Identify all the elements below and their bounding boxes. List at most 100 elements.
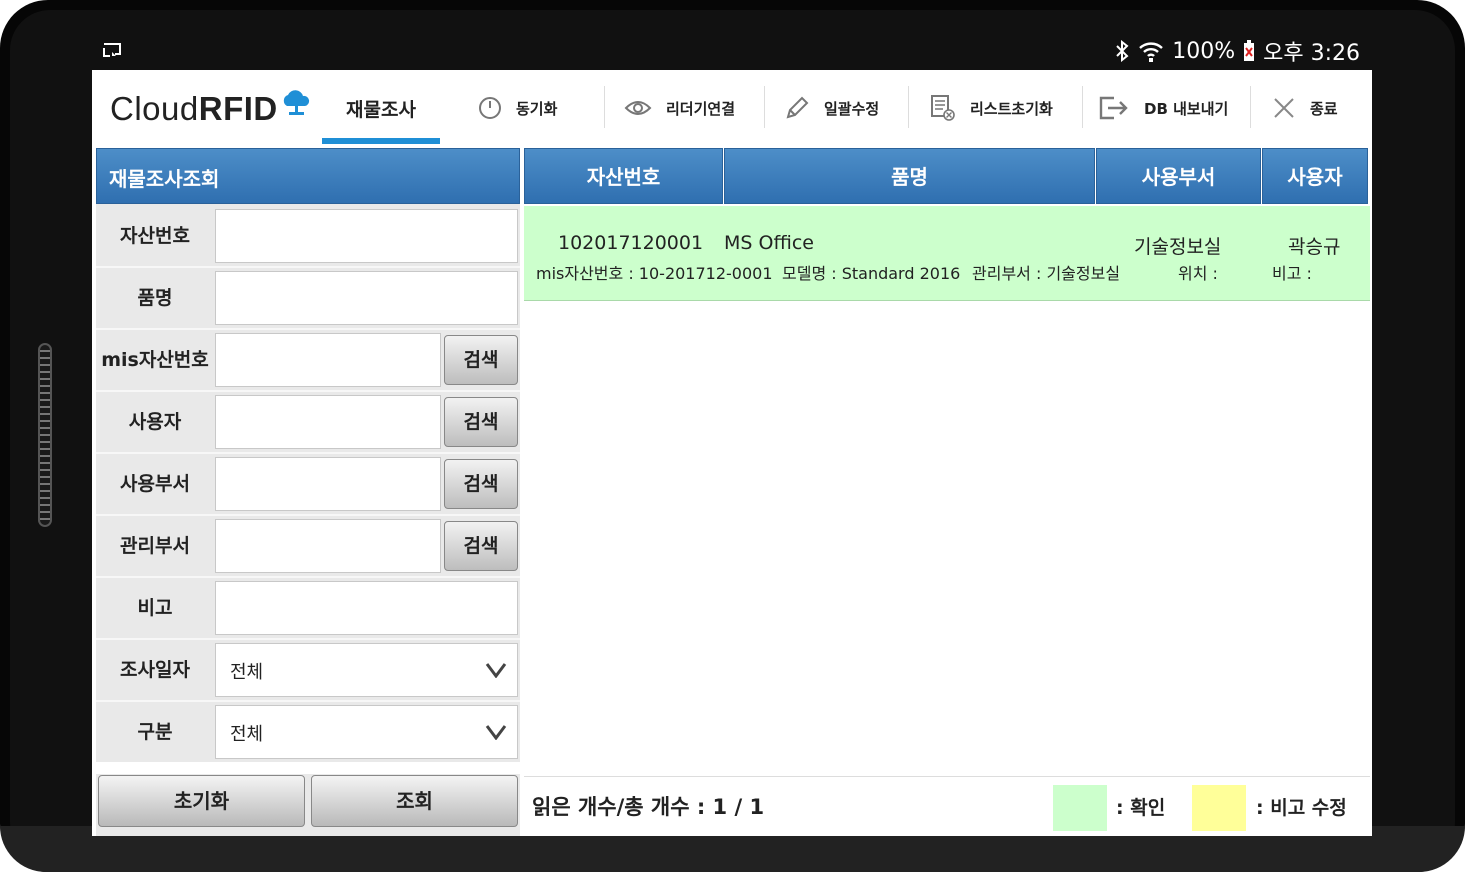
survey-date-row: 조사일자 전체	[96, 640, 520, 700]
exit-menu-item[interactable]: 종료	[1272, 88, 1338, 128]
col-user-dept: 사용부서	[1096, 148, 1261, 204]
item-name-row: 품명	[96, 268, 520, 328]
row-user: 곽승규	[1288, 236, 1341, 258]
chevron-down-icon	[485, 663, 507, 678]
menu-divider	[908, 86, 909, 128]
mis-asset-no-label: mis자산번호	[101, 349, 209, 371]
note-input[interactable]	[215, 581, 518, 635]
db-export-menu-item[interactable]: DB 내보내기	[1098, 88, 1228, 128]
panel-gap	[96, 762, 520, 774]
user-dept-input[interactable]	[215, 457, 441, 511]
confirm-color-swatch	[1053, 785, 1107, 831]
clock-icon	[479, 97, 501, 119]
pencil-icon	[786, 96, 809, 119]
app-bar: CloudRFID 재물조사 동기화 리더기연결 일괄수정 리스트초기화 DB …	[92, 70, 1372, 146]
chevron-down-icon	[485, 725, 507, 740]
battery-icon	[1244, 40, 1255, 61]
result-table: 자산번호 품명 사용부서 사용자 102017120001 MS Office …	[524, 148, 1370, 776]
user-label: 사용자	[128, 411, 182, 433]
note-edit-legend: : 비고 수정	[1256, 797, 1347, 819]
bulk-edit-menu-item[interactable]: 일괄수정	[784, 88, 879, 128]
list-reset-menu-item[interactable]: 리스트초기화	[930, 88, 1053, 128]
row-location: 위치 :	[1178, 264, 1218, 283]
mgmt-dept-label: 관리부서	[120, 535, 190, 557]
user-search-button[interactable]: 검색	[444, 397, 518, 447]
status-bar: 100% 오후 3:26	[92, 32, 1372, 70]
search-panel-title: 재물조사조회	[96, 148, 520, 204]
db-export-label: DB 내보내기	[1144, 99, 1229, 118]
search-panel: 재물조사조회 자산번호 품명 mis자산번호 검색 사용자 검색 사용부서 검색	[96, 148, 520, 836]
wifi-icon	[1139, 42, 1164, 62]
menu-divider	[604, 86, 605, 128]
app-screen: CloudRFID 재물조사 동기화 리더기연결 일괄수정 리스트초기화 DB …	[92, 70, 1372, 836]
row-model: 모델명 : Standard 2016	[782, 264, 961, 283]
mis-asset-no-search-button[interactable]: 검색	[444, 335, 518, 385]
logo-bold-text: RFID	[198, 90, 278, 127]
col-user: 사용자	[1262, 148, 1368, 204]
category-value: 전체	[230, 724, 264, 745]
category-select[interactable]: 전체	[215, 705, 518, 759]
sync-label: 동기화	[516, 99, 558, 118]
sync-menu-item[interactable]: 동기화	[478, 88, 557, 128]
app-logo: CloudRFID	[110, 90, 278, 128]
list-clear-icon	[931, 95, 955, 121]
reset-button[interactable]: 초기화	[98, 775, 305, 827]
logo-light-text: Cloud	[110, 90, 199, 127]
reader-connect-menu-item[interactable]: 리더기연결	[624, 88, 735, 128]
clock: 오후 3:26	[1263, 41, 1360, 66]
user-dept-search-button[interactable]: 검색	[444, 459, 518, 509]
category-row: 구분 전체	[96, 702, 520, 762]
active-tab-indicator	[322, 138, 440, 144]
user-dept-label: 사용부서	[120, 473, 190, 495]
list-reset-label: 리스트초기화	[970, 99, 1053, 118]
mgmt-dept-input[interactable]	[215, 519, 441, 573]
table-row[interactable]: 102017120001 MS Office 기술정보실 곽승규 mis자산번호…	[524, 206, 1370, 301]
user-row: 사용자 검색	[96, 392, 520, 452]
col-asset-no: 자산번호	[524, 148, 723, 204]
asset-no-input[interactable]	[215, 209, 518, 263]
item-name-label: 품명	[137, 287, 173, 309]
mgmt-dept-row: 관리부서 검색	[96, 516, 520, 576]
tab-label: 재물조사	[346, 99, 416, 121]
menu-divider	[764, 86, 765, 128]
row-item-name: MS Office	[724, 232, 814, 254]
survey-date-value: 전체	[230, 662, 264, 683]
mis-asset-no-row: mis자산번호 검색	[96, 330, 520, 390]
query-button[interactable]: 조회	[311, 775, 518, 827]
read-count: 읽은 개수/총 개수 : 1 / 1	[532, 795, 765, 819]
row-user-dept: 기술정보실	[1134, 236, 1222, 258]
menu-divider	[1082, 86, 1083, 128]
screen-cast-icon	[103, 43, 121, 57]
bluetooth-icon	[1116, 40, 1129, 62]
tab-inventory-survey[interactable]: 재물조사	[322, 70, 440, 144]
item-name-input[interactable]	[215, 271, 518, 325]
confirm-legend: : 확인	[1116, 797, 1166, 819]
exit-label: 종료	[1310, 99, 1338, 118]
row-mis-asset-no: mis자산번호 : 10-201712-0001	[536, 264, 773, 283]
user-input[interactable]	[215, 395, 441, 449]
menu-divider	[1250, 86, 1251, 128]
row-mgmt-dept: 관리부서 : 기술정보실	[972, 264, 1121, 283]
eye-icon	[624, 101, 652, 115]
battery-percent: 100%	[1172, 38, 1236, 64]
status-footer: 읽은 개수/총 개수 : 1 / 1 : 확인 : 비고 수정	[524, 776, 1370, 836]
export-icon	[1099, 96, 1128, 120]
close-icon	[1274, 98, 1294, 118]
note-edit-color-swatch	[1192, 785, 1246, 831]
bulk-edit-label: 일괄수정	[824, 99, 880, 118]
device-side-button	[38, 343, 52, 527]
note-label: 비고	[137, 597, 173, 619]
mgmt-dept-search-button[interactable]: 검색	[444, 521, 518, 571]
user-dept-row: 사용부서 검색	[96, 454, 520, 514]
reader-connect-label: 리더기연결	[666, 99, 736, 118]
row-asset-no: 102017120001	[558, 232, 704, 254]
survey-date-select[interactable]: 전체	[215, 643, 518, 697]
cloud-icon	[283, 90, 310, 115]
note-row: 비고	[96, 578, 520, 638]
survey-date-label: 조사일자	[120, 659, 190, 681]
mis-asset-no-input[interactable]	[215, 333, 441, 387]
col-item-name: 품명	[724, 148, 1095, 204]
row-note: 비고 :	[1272, 264, 1312, 283]
category-label: 구분	[137, 721, 173, 743]
asset-no-label: 자산번호	[120, 225, 190, 247]
